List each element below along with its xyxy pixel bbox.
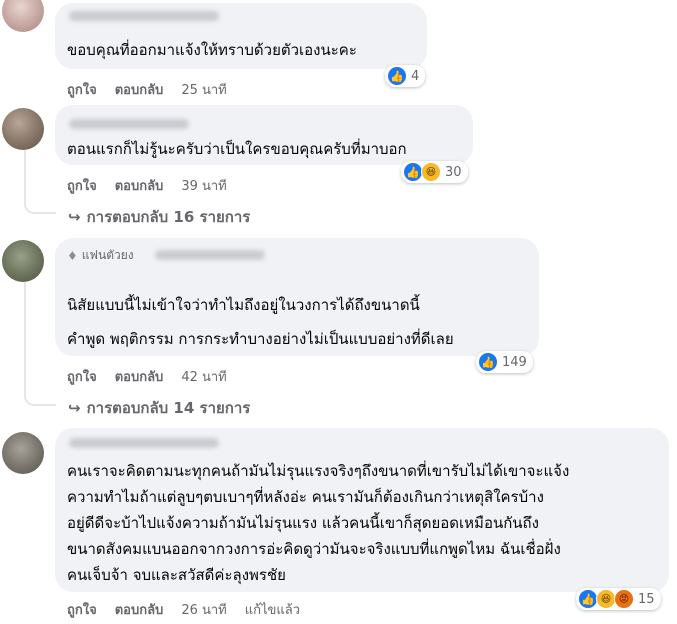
comment-text: ความทำไมถ้าแต่ลูบๆตบเบาๆที่หลังอ่ะ คนเรา…: [67, 488, 544, 506]
comment-actions: ถูกใจ ตอบกลับ 39 นาที: [67, 175, 227, 196]
like-button[interactable]: ถูกใจ: [67, 599, 97, 620]
comment-timestamp[interactable]: 42 นาที: [181, 366, 226, 387]
like-reaction-icon: 👍: [478, 352, 498, 372]
comment-bubble: ♦ แฟนตัวยง นิสัยแบบนี้ไม่เข้าใจว่าทำไมถึ…: [55, 238, 539, 356]
comment-text: คำพูด พฤติกรรม การกระทำบางอย่างไม่เป็นแบ…: [67, 330, 454, 348]
thread-line: [24, 282, 56, 406]
commenter-name[interactable]: [69, 11, 219, 21]
top-fan-badge: ♦ แฟนตัวยง: [67, 246, 134, 265]
comment-bubble: คนเราจะคิดตามนะทุกคนถ้ามันไม่รุนแรงจริงๆ…: [55, 428, 669, 592]
view-replies-link[interactable]: ↪ การตอบกลับ 14 รายการ: [68, 396, 250, 420]
reaction-count: 15: [638, 591, 655, 607]
edited-label[interactable]: แก้ไขแล้ว: [245, 599, 300, 620]
avatar[interactable]: [2, 0, 44, 32]
avatar[interactable]: [2, 240, 44, 282]
comment-text: ตอนแรกก็ไม่รู้นะครับว่าเป็นใครขอบคุณครับ…: [67, 140, 407, 158]
haha-reaction-icon: 😆: [421, 162, 441, 182]
reaction-count: 30: [445, 164, 462, 180]
like-button[interactable]: ถูกใจ: [67, 79, 97, 100]
comment-text: ขนาดสังคมแบนออกจากวงการอ่ะคิดดูว่ามันจะจ…: [67, 540, 561, 558]
comment-timestamp[interactable]: 39 นาที: [181, 175, 226, 196]
commenter-name[interactable]: [69, 438, 219, 448]
like-reaction-icon: 👍: [578, 589, 598, 609]
comment-text: ขอบคุณที่ออกมาแจ้งให้ทราบด้วยตัวเองนะคะ: [67, 41, 357, 59]
comment-text: นิสัยแบบนี้ไม่เข้าใจว่าทำไมถึงอยู่ในวงกา…: [67, 296, 420, 314]
view-replies-link[interactable]: ↪ การตอบกลับ 16 รายการ: [68, 205, 250, 229]
comment-text: คนเจ็บจ้า จบและสวัสดีค่ะลุงพรชัย: [67, 566, 286, 584]
commenter-name[interactable]: [155, 250, 265, 260]
replies-label: การตอบกลับ 16 รายการ: [86, 208, 251, 226]
comment-actions: ถูกใจ ตอบกลับ 26 นาที แก้ไขแล้ว: [67, 599, 300, 620]
comment-bubble: ขอบคุณที่ออกมาแจ้งให้ทราบด้วยตัวเองนะคะ: [55, 3, 427, 69]
like-button[interactable]: ถูกใจ: [67, 175, 97, 196]
comment-text: อยู่ดีดีจะบ้าไปแจ้งความถ้ามันไม่รุนแรง แ…: [67, 514, 539, 532]
reply-button[interactable]: ตอบกลับ: [115, 366, 164, 387]
comment-bubble: ตอนแรกก็ไม่รู้นะครับว่าเป็นใครขอบคุณครับ…: [55, 105, 473, 165]
comment-timestamp[interactable]: 25 นาที: [181, 79, 226, 100]
angry-reaction-icon: 😡: [614, 589, 634, 609]
reaction-summary[interactable]: 👍 149: [476, 351, 533, 373]
reply-arrow-icon: ↪: [68, 208, 81, 226]
reaction-count: 4: [411, 68, 420, 84]
reply-button[interactable]: ตอบกลับ: [115, 599, 164, 620]
comment-actions: ถูกใจ ตอบกลับ 25 นาที: [67, 79, 227, 100]
reaction-summary[interactable]: 👍 😆 30: [401, 161, 468, 183]
haha-reaction-icon: 😆: [596, 589, 616, 609]
reaction-summary[interactable]: 👍 😆 😡 15: [576, 588, 661, 610]
avatar[interactable]: [2, 108, 44, 150]
like-reaction-icon: 👍: [403, 162, 423, 182]
commenter-name[interactable]: [69, 119, 189, 129]
replies-label: การตอบกลับ 14 รายการ: [86, 399, 251, 417]
like-reaction-icon: 👍: [387, 66, 407, 86]
reply-button[interactable]: ตอบกลับ: [115, 175, 164, 196]
comment-timestamp[interactable]: 26 นาที: [181, 599, 226, 620]
like-button[interactable]: ถูกใจ: [67, 366, 97, 387]
reply-arrow-icon: ↪: [68, 399, 81, 417]
diamond-icon: ♦: [67, 248, 78, 263]
thread-line: [24, 150, 56, 214]
reaction-summary[interactable]: 👍 4: [385, 65, 426, 87]
reaction-count: 149: [502, 354, 527, 370]
comment-actions: ถูกใจ ตอบกลับ 42 นาที: [67, 366, 227, 387]
comment-text: คนเราจะคิดตามนะทุกคนถ้ามันไม่รุนแรงจริงๆ…: [67, 462, 570, 480]
avatar[interactable]: [2, 432, 44, 474]
reply-button[interactable]: ตอบกลับ: [115, 79, 164, 100]
top-fan-label: แฟนตัวยง: [81, 248, 134, 262]
